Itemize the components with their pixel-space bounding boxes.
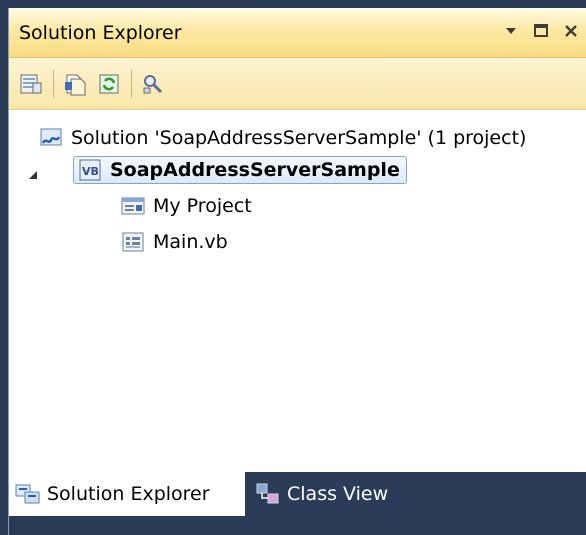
solution-explorer-icon	[15, 484, 40, 504]
tab-label: Class View	[287, 483, 389, 505]
title-bar: Solution Explorer	[9, 8, 586, 58]
tab-label: Solution Explorer	[47, 483, 210, 505]
show-all-files-icon[interactable]	[61, 70, 89, 98]
tab-solution-explorer[interactable]: Solution Explorer	[9, 472, 245, 516]
tree-node-main-vb[interactable]: Main.vb	[121, 230, 228, 254]
class-view-icon	[256, 483, 279, 504]
tree-node-solution[interactable]: Solution 'SoapAddressServerSample' (1 pr…	[39, 126, 526, 150]
window-controls	[500, 20, 582, 42]
tree-node-label: Solution 'SoapAddressServerSample' (1 pr…	[71, 127, 527, 149]
vb-file-icon	[122, 232, 144, 252]
tree-node-my-project[interactable]: My Project	[121, 194, 252, 218]
toolbar-separator	[53, 70, 54, 98]
collapse-arrow-icon[interactable]	[27, 169, 39, 181]
solution-icon	[40, 128, 62, 146]
my-project-icon	[121, 197, 145, 215]
tree-node-project[interactable]: VB SoapAddressServerSample	[73, 156, 407, 184]
refresh-icon[interactable]	[95, 70, 123, 98]
view-class-diagram-icon[interactable]	[139, 70, 167, 98]
vb-project-icon: VB	[79, 159, 101, 181]
toolbar	[9, 58, 586, 110]
properties-icon[interactable]	[17, 70, 45, 98]
tree-node-label: SoapAddressServerSample	[110, 159, 400, 181]
toolbar-separator	[131, 70, 132, 98]
tree-node-label: My Project	[153, 195, 252, 217]
tree-node-label: Main.vb	[153, 231, 228, 253]
solution-explorer-panel: Solution Explorer Solution 'SoapAddressS…	[8, 8, 586, 535]
bottom-tab-strip: Solution Explorer Class View	[9, 472, 586, 535]
panel-title: Solution Explorer	[19, 22, 182, 44]
close-icon[interactable]	[560, 20, 582, 42]
svg-text:VB: VB	[82, 165, 99, 178]
maximize-icon[interactable]	[530, 20, 552, 42]
dropdown-icon[interactable]	[500, 20, 522, 42]
solution-tree: Solution 'SoapAddressServerSample' (1 pr…	[9, 110, 586, 472]
tab-class-view[interactable]: Class View	[249, 472, 419, 516]
